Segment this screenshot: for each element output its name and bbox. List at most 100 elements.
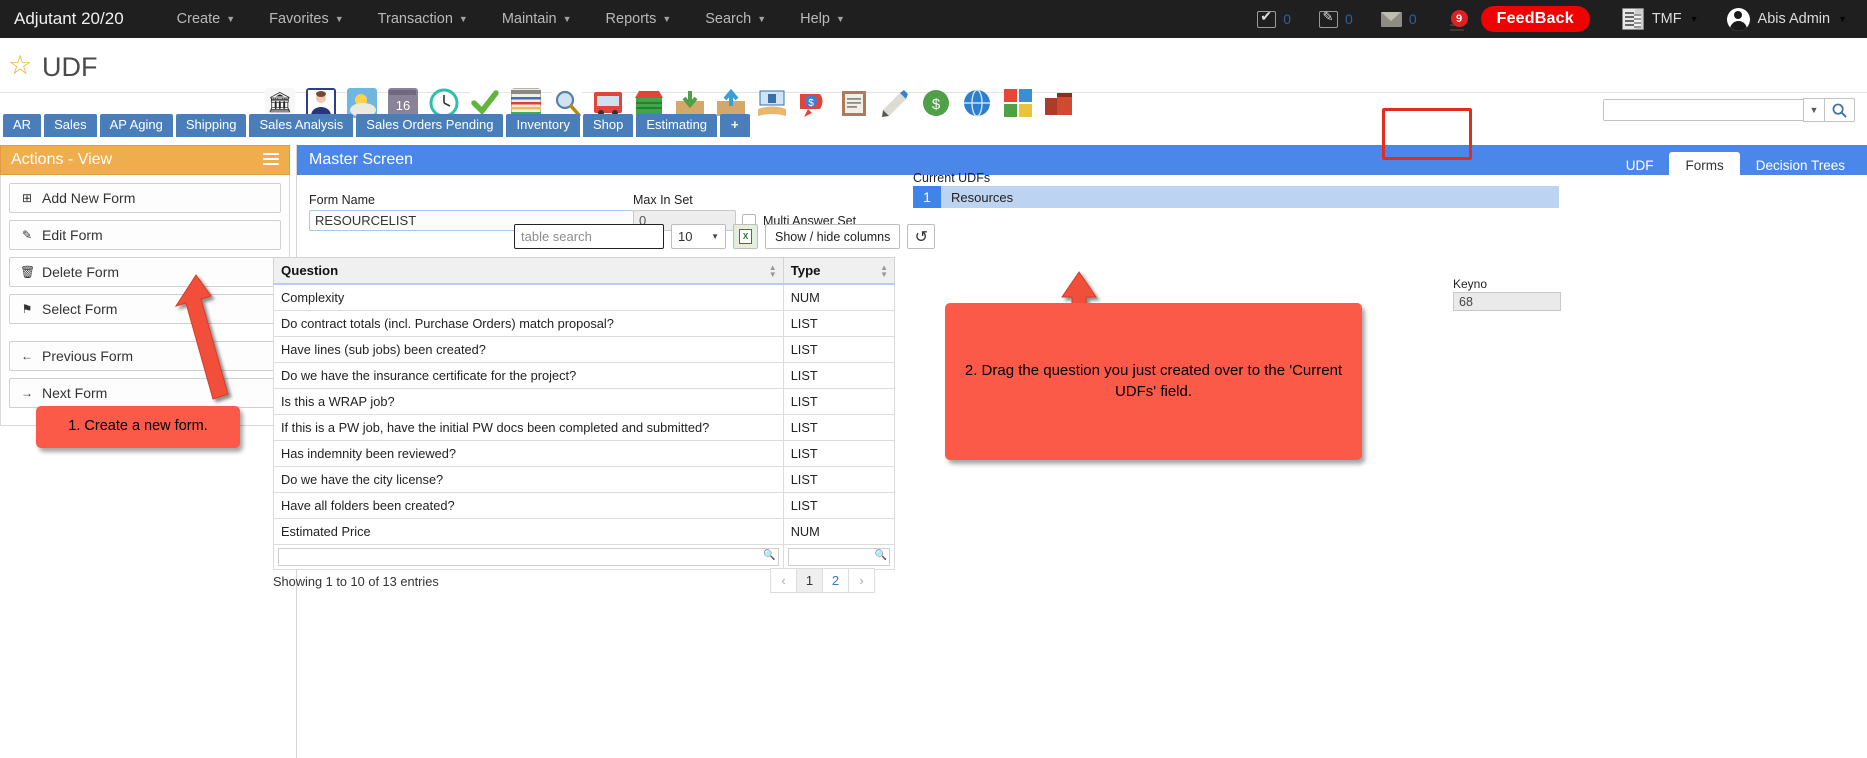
tab-add-new[interactable]: + — [720, 114, 750, 138]
column-header-type[interactable]: Type ▲ ▼ — [782, 257, 896, 285]
master-screen-header: Master Screen UDF Forms Decision Trees — [297, 145, 1867, 180]
user-label: Abis Admin — [1757, 11, 1831, 27]
filter-question-input[interactable] — [278, 548, 779, 566]
company-selector[interactable]: TMF ▼ — [1608, 8, 1713, 30]
tab-sales[interactable]: Sales — [44, 114, 97, 138]
cell-type: LIST — [782, 492, 896, 519]
table-row[interactable]: If this is a PW job, have the initial PW… — [273, 414, 896, 441]
tab-sales-analysis[interactable]: Sales Analysis — [249, 114, 354, 138]
table-row[interactable]: Do we have the city license? LIST — [273, 466, 896, 493]
table-row[interactable]: Is this a WRAP job? LIST — [273, 388, 896, 415]
keyno-label: Keyno — [1453, 277, 1488, 291]
table-row[interactable]: Have all folders been created? LIST — [273, 492, 896, 519]
select-form-button[interactable]: ⚑ Select Form — [9, 294, 281, 324]
chevron-down-icon: ▼ — [711, 232, 719, 241]
chevron-down-icon: ▼ — [662, 14, 672, 24]
tab-forms[interactable]: Forms — [1669, 152, 1740, 180]
menu-transaction[interactable]: Transaction ▼ — [361, 11, 485, 27]
trash-icon: 🗑 — [20, 265, 36, 279]
cell-question: Have all folders been created? — [273, 492, 784, 519]
notes-count: 0 — [1345, 11, 1353, 27]
table-row[interactable]: Estimated Price NUM — [273, 518, 896, 545]
previous-form-label: Previous Form — [42, 348, 134, 364]
page-length-select[interactable]: 10 ▼ — [671, 224, 726, 249]
mail-counter[interactable]: 0 — [1367, 11, 1431, 27]
pagination-page-1[interactable]: 1 — [796, 568, 823, 593]
actions-title: Actions - View — [11, 151, 113, 168]
pagination-page-2[interactable]: 2 — [822, 568, 849, 593]
module-tabs: AR Sales AP Aging Shipping Sales Analysi… — [0, 114, 1867, 138]
edit-form-label: Edit Form — [42, 227, 103, 243]
show-hide-columns-button[interactable]: Show / hide columns — [765, 224, 901, 249]
cell-type: LIST — [782, 414, 896, 441]
cell-type: NUM — [782, 518, 896, 545]
feedback-button[interactable]: FeedBack — [1480, 6, 1590, 32]
delete-form-button[interactable]: 🗑 Delete Form — [9, 257, 281, 287]
star-icon[interactable]: ☆ — [8, 50, 32, 81]
tab-inventory[interactable]: Inventory — [506, 114, 580, 138]
table-row[interactable]: Do we have the insurance certificate for… — [273, 362, 896, 389]
svg-text:$: $ — [932, 96, 941, 113]
udf-name: Resources — [941, 186, 1559, 208]
tab-udf[interactable]: UDF — [1610, 152, 1670, 180]
menu-favorites[interactable]: Favorites ▼ — [252, 11, 361, 27]
menu-maintain-label: Maintain — [501, 11, 557, 27]
sort-icon: ▲ ▼ — [880, 262, 888, 279]
tab-decision-trees[interactable]: Decision Trees — [1740, 152, 1861, 180]
table-row[interactable]: Do contract totals (incl. Purchase Order… — [273, 310, 896, 337]
tasks-counter[interactable]: 0 — [1243, 8, 1305, 28]
tab-ap-aging[interactable]: AP Aging — [99, 114, 173, 138]
table-row[interactable]: Complexity NUM — [273, 283, 896, 311]
table-header-row: Question ▲ ▼ Type ▲ ▼ — [273, 257, 896, 285]
top-navigation-bar: Adjutant 20/20 Create ▼ Favorites ▼ Tran… — [0, 0, 1867, 38]
column-header-question-label: Question — [281, 263, 339, 278]
envelope-icon — [1380, 11, 1402, 27]
udf-index: 1 — [913, 186, 941, 208]
tab-shipping[interactable]: Shipping — [175, 114, 247, 138]
cell-question: Do contract totals (incl. Purchase Order… — [273, 310, 784, 337]
previous-form-button[interactable]: ← Previous Form — [9, 341, 281, 371]
reset-icon: ↺ — [914, 228, 929, 246]
next-form-button[interactable]: → Next Form — [9, 378, 281, 408]
menu-reports[interactable]: Reports ▼ — [589, 11, 689, 27]
table-row[interactable]: Has indemnity been reviewed? LIST — [273, 440, 896, 467]
filter-type-input[interactable] — [787, 548, 890, 566]
menu-create[interactable]: Create ▼ — [160, 11, 252, 27]
company-label: TMF — [1651, 11, 1682, 27]
add-new-form-button[interactable]: ⊞ Add New Form — [9, 183, 281, 213]
user-menu[interactable]: Abis Admin ▼ — [1713, 7, 1853, 31]
pagination-next[interactable]: › — [848, 568, 875, 593]
menu-maintain[interactable]: Maintain ▼ — [485, 11, 589, 27]
edit-form-button[interactable]: ✎ Edit Form — [9, 220, 281, 250]
app-root: Adjutant 20/20 Create ▼ Favorites ▼ Tran… — [0, 0, 1867, 758]
pagination-prev[interactable]: ‹ — [770, 568, 797, 593]
excel-export-icon: X — [739, 229, 752, 244]
column-header-question[interactable]: Question ▲ ▼ — [273, 257, 784, 285]
table-search-input[interactable] — [514, 224, 664, 249]
current-udf-row[interactable]: 1 Resources — [913, 186, 1559, 208]
cell-question: If this is a PW job, have the initial PW… — [273, 414, 784, 441]
menu-help[interactable]: Help ▼ — [783, 11, 862, 27]
reset-button[interactable]: ↺ — [907, 224, 936, 249]
chevron-down-icon: ▼ — [1689, 14, 1699, 24]
hamburger-icon[interactable] — [263, 153, 279, 168]
table-row[interactable]: Have lines (sub jobs) been created? LIST — [273, 336, 896, 363]
tab-estimating[interactable]: Estimating — [636, 114, 718, 138]
server-badge: 9 — [1450, 10, 1468, 27]
excel-export-button[interactable]: X — [733, 224, 758, 249]
keyno-input[interactable] — [1453, 292, 1561, 311]
chevron-down-icon: ▼ — [458, 14, 468, 24]
tasks-count: 0 — [1283, 11, 1292, 27]
app-brand: Adjutant 20/20 — [14, 9, 124, 28]
tab-ar[interactable]: AR — [3, 114, 42, 138]
menu-search[interactable]: Search ▼ — [688, 11, 783, 27]
menu-reports-label: Reports — [605, 11, 657, 27]
table-controls: 10 ▼ X Show / hide columns ↺ — [514, 224, 936, 249]
tab-sales-orders-pending[interactable]: Sales Orders Pending — [356, 114, 504, 138]
cell-type: NUM — [782, 283, 896, 311]
building-icon — [1621, 8, 1644, 30]
table-filter-row: 🔍 🔍 — [273, 544, 896, 570]
tab-shop[interactable]: Shop — [582, 114, 634, 138]
notes-counter[interactable]: 0 — [1305, 9, 1367, 28]
annotation-step-2: 2. Drag the question you just created ov… — [945, 303, 1362, 460]
